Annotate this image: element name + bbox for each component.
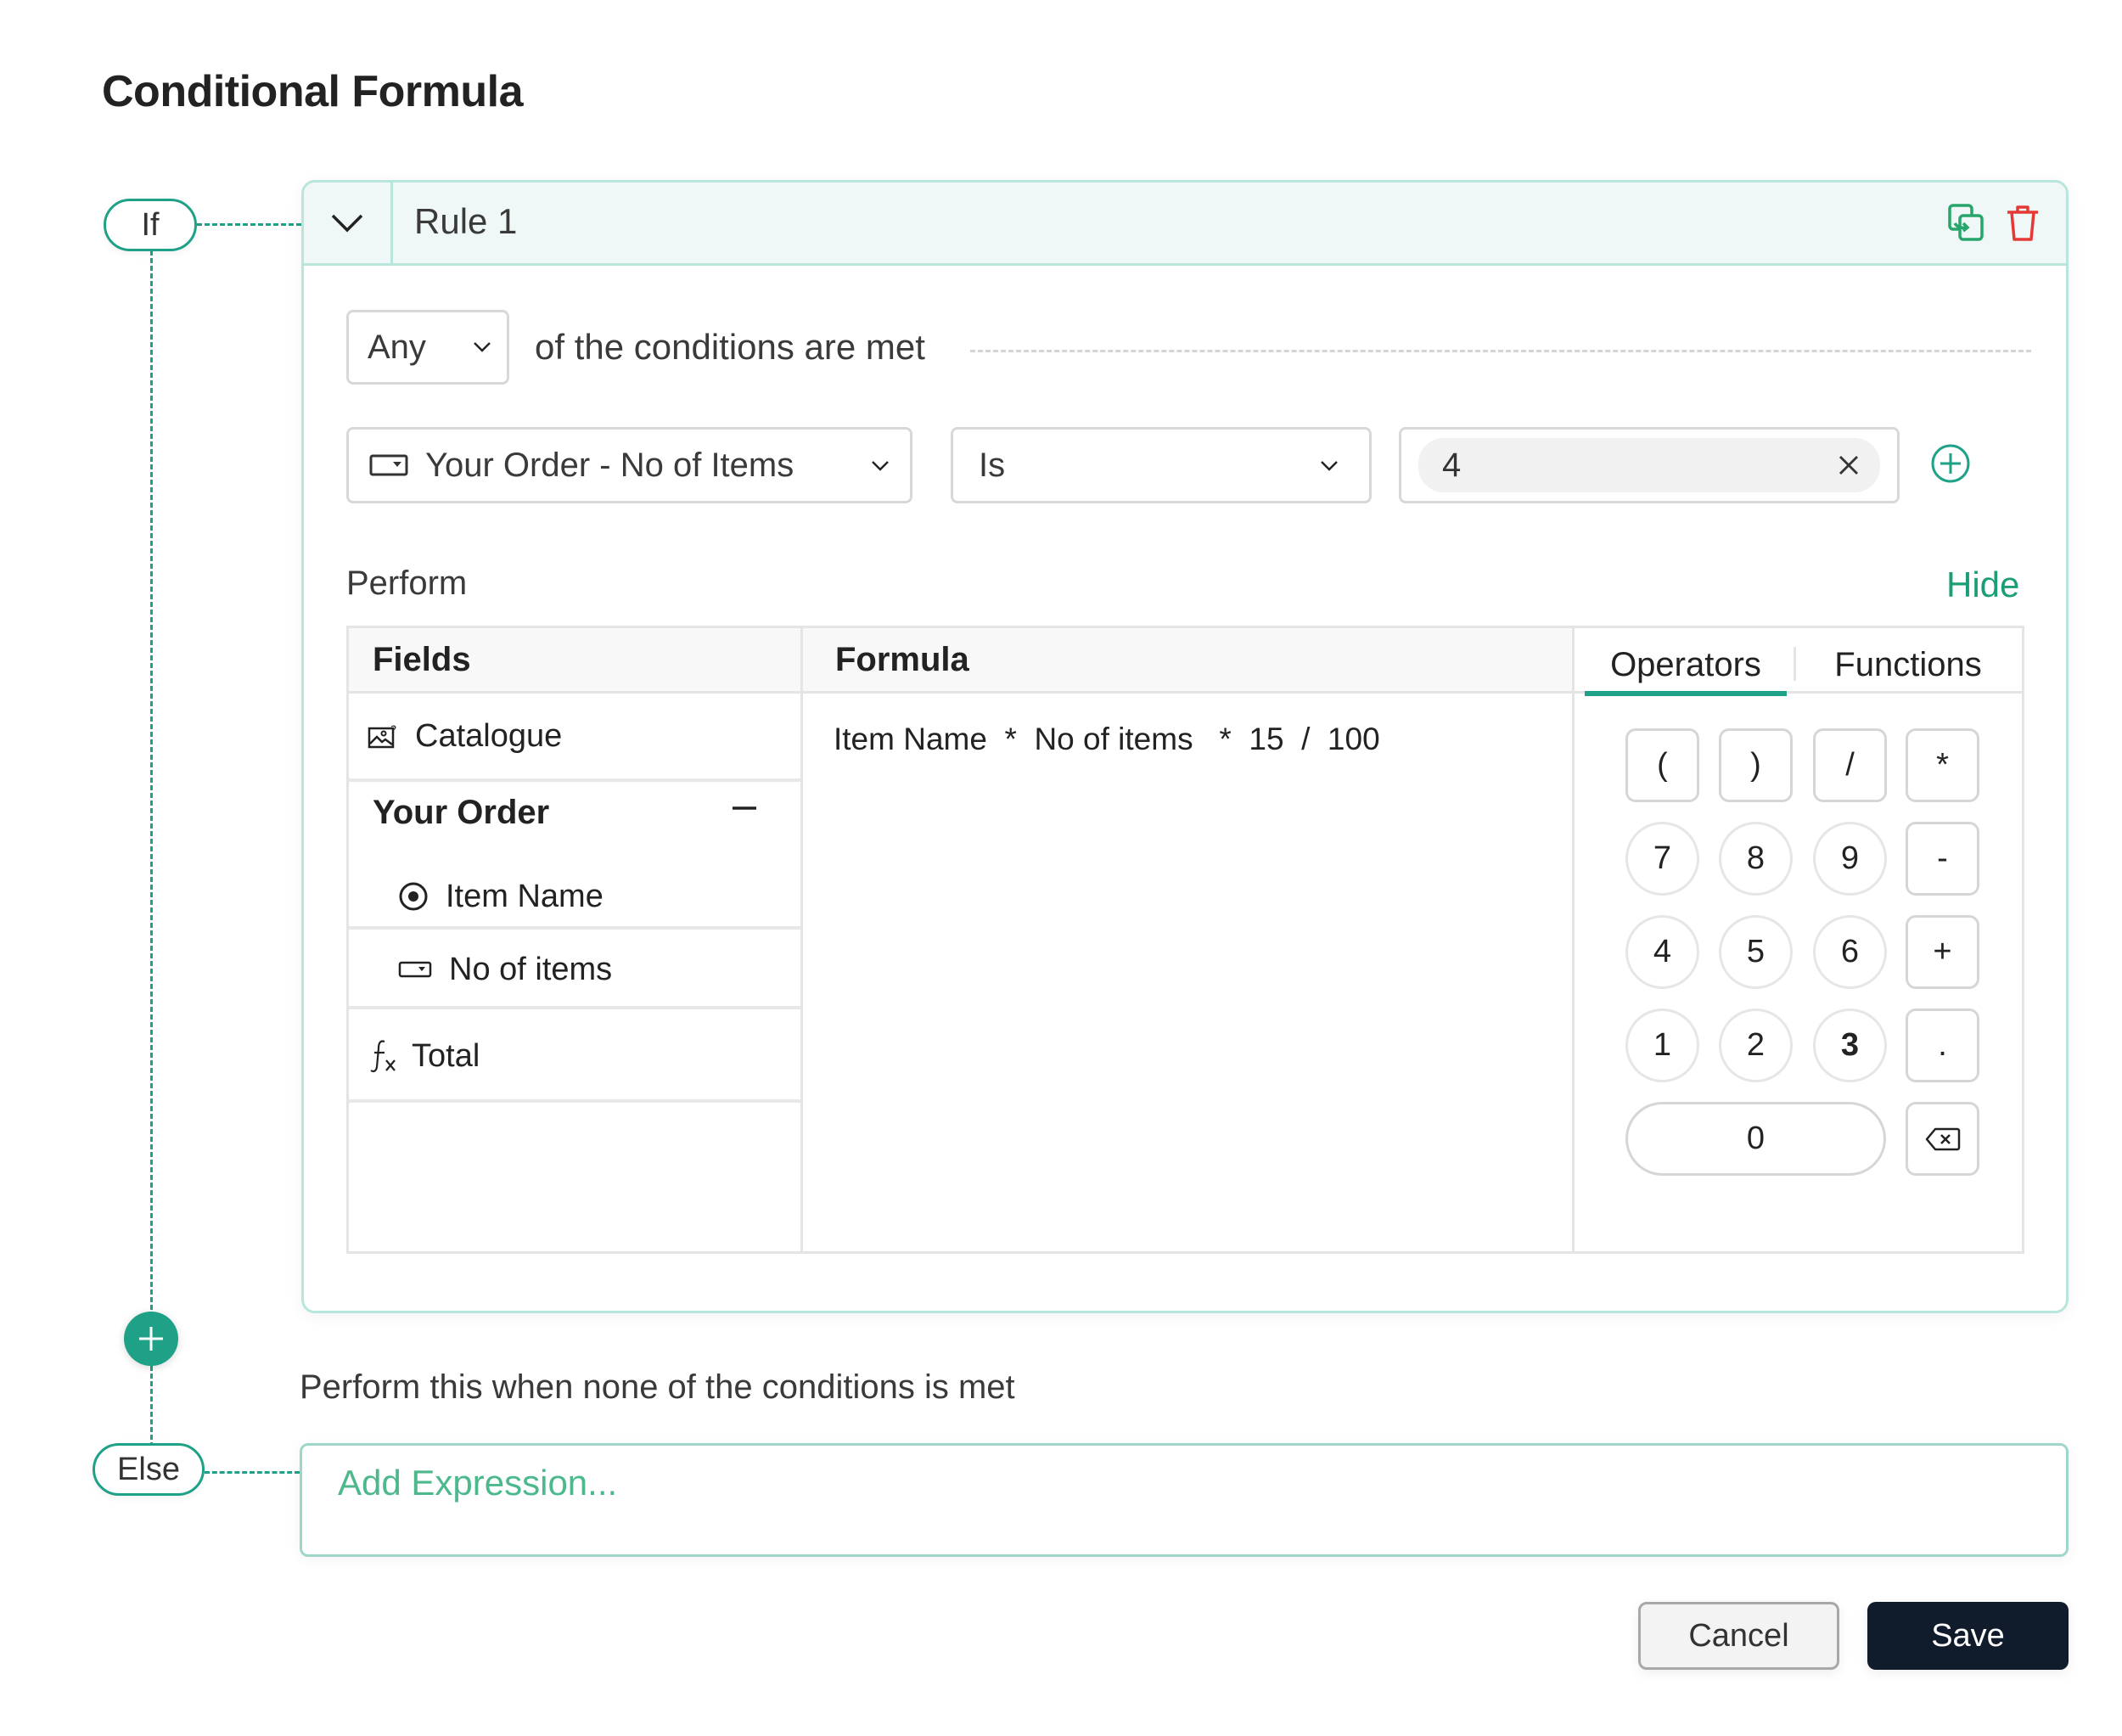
field-group-your-order: Your Order Item Name xyxy=(349,782,800,930)
key-2[interactable]: 2 xyxy=(1719,1008,1793,1082)
add-rule-button[interactable] xyxy=(124,1312,178,1366)
else-connector xyxy=(205,1471,300,1474)
condition-operator-value: Is xyxy=(979,446,1006,484)
if-label: If xyxy=(104,199,197,251)
else-expression-placeholder: Add Expression... xyxy=(338,1463,618,1503)
chevron-down-icon xyxy=(474,342,491,352)
plus-circle-icon xyxy=(1931,444,1970,483)
key-plus[interactable]: + xyxy=(1906,915,1979,989)
condition-field-select[interactable]: Your Order - No of Items xyxy=(346,427,912,503)
condition-value: 4 xyxy=(1442,446,1462,484)
field-label: Total xyxy=(412,1037,480,1074)
tab-operators[interactable]: Operators xyxy=(1585,637,1787,696)
perform-label: Perform xyxy=(346,565,468,602)
formula-builder: Fields ? Catalogue Your Order Item Name xyxy=(346,626,2024,1254)
formula-header: Formula xyxy=(803,628,1572,694)
key-divide[interactable]: / xyxy=(1813,728,1887,802)
condition-value-input[interactable]: 4 xyxy=(1399,427,1900,503)
chevron-down-icon xyxy=(1321,461,1338,471)
key-0[interactable]: 0 xyxy=(1625,1102,1886,1176)
cancel-button[interactable]: Cancel xyxy=(1638,1602,1839,1670)
key-minus[interactable]: - xyxy=(1906,822,1979,896)
key-5[interactable]: 5 xyxy=(1719,915,1793,989)
backspace-icon xyxy=(1925,1127,1960,1150)
field-item-item-name[interactable]: Item Name xyxy=(349,867,800,926)
rule-header: Rule 1 xyxy=(304,183,2066,266)
formula-panel: Formula Item Name * No of items * 15 / 1… xyxy=(803,628,1575,1251)
else-label: Else xyxy=(93,1443,205,1496)
fields-panel: Fields ? Catalogue Your Order Item Name xyxy=(349,628,803,1251)
condition-operator-select[interactable]: Is xyxy=(951,427,1372,503)
key-9[interactable]: 9 xyxy=(1813,822,1887,896)
page-title: Conditional Formula xyxy=(102,67,524,116)
divider xyxy=(970,350,2031,352)
else-description: Perform this when none of the conditions… xyxy=(300,1368,1015,1406)
formula-field-icon xyxy=(369,1038,398,1074)
close-icon xyxy=(1839,456,1858,475)
tab-divider xyxy=(1794,647,1796,681)
svg-text:?: ? xyxy=(390,724,396,738)
minus-icon xyxy=(733,806,756,810)
if-connector xyxy=(197,223,301,226)
plus-icon xyxy=(139,1327,163,1351)
rule-title: Rule 1 xyxy=(414,201,518,241)
operator-tabs: Operators Functions xyxy=(1575,628,2022,696)
hide-builder-link[interactable]: Hide xyxy=(1946,565,2019,605)
clear-value-button[interactable] xyxy=(1838,454,1860,476)
operators-panel: Operators Functions ( ) / * 7 8 9 - 4 5 … xyxy=(1575,628,2022,1251)
key-backspace[interactable] xyxy=(1906,1102,1979,1176)
tab-functions[interactable]: Functions xyxy=(1802,637,2014,694)
duplicate-icon xyxy=(1948,204,1984,241)
collapse-group-button[interactable] xyxy=(731,801,758,816)
else-expression-input[interactable]: Add Expression... xyxy=(300,1443,2069,1557)
rule-actions xyxy=(1947,203,2041,242)
condition-field-value: Your Order - No of Items xyxy=(425,446,794,484)
key-decimal[interactable]: . xyxy=(1906,1008,1979,1082)
key-7[interactable]: 7 xyxy=(1625,822,1699,896)
formula-editor[interactable]: Item Name * No of items * 15 / 100 xyxy=(834,722,1380,757)
key-multiply[interactable]: * xyxy=(1906,728,1979,802)
dropdown-field-icon xyxy=(369,454,408,476)
field-item-no-of-items[interactable]: No of items xyxy=(349,933,800,1009)
chevron-down-icon xyxy=(331,214,363,232)
trash-icon xyxy=(2007,205,2038,241)
flow-connector-vertical xyxy=(150,250,153,1447)
match-description: of the conditions are met xyxy=(535,327,925,367)
delete-rule-button[interactable] xyxy=(2005,203,2041,242)
key-6[interactable]: 6 xyxy=(1813,915,1887,989)
field-item-total[interactable]: Total xyxy=(349,1013,800,1103)
field-label: Item Name xyxy=(446,878,603,914)
key-4[interactable]: 4 xyxy=(1625,915,1699,989)
rule-collapse-toggle[interactable] xyxy=(304,183,393,263)
field-label: No of items xyxy=(449,951,613,987)
field-label: Catalogue xyxy=(415,717,563,754)
key-1[interactable]: 1 xyxy=(1625,1008,1699,1082)
condition-value-chip: 4 xyxy=(1418,438,1880,492)
rule-card: Rule 1 Any of the conditions are met You… xyxy=(301,180,2069,1313)
fields-header: Fields xyxy=(349,628,800,694)
match-type-value: Any xyxy=(368,328,426,366)
save-button[interactable]: Save xyxy=(1867,1602,2069,1670)
match-type-select[interactable]: Any xyxy=(346,310,509,385)
image-field-icon: ? xyxy=(368,723,398,749)
key-8[interactable]: 8 xyxy=(1719,822,1793,896)
dropdown-field-icon xyxy=(398,961,432,978)
key-close-paren[interactable]: ) xyxy=(1719,728,1793,802)
radio-field-icon xyxy=(398,881,429,912)
chevron-down-icon xyxy=(872,461,889,471)
key-open-paren[interactable]: ( xyxy=(1625,728,1699,802)
key-3[interactable]: 3 xyxy=(1813,1008,1887,1082)
field-item-catalogue[interactable]: ? Catalogue xyxy=(349,694,800,782)
duplicate-rule-button[interactable] xyxy=(1947,203,1984,242)
field-group-title: Your Order xyxy=(373,794,550,831)
add-condition-button[interactable] xyxy=(1929,442,1972,489)
